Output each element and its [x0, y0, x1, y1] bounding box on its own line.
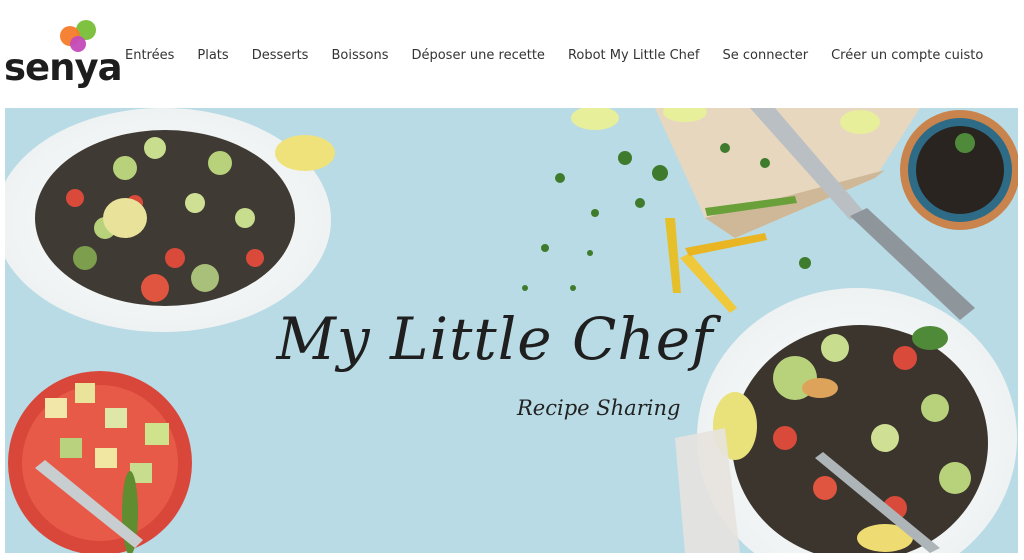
- nav-link-se-connecter[interactable]: Se connecter: [723, 48, 809, 63]
- hero-banner: My Little Chef Recipe Sharing: [5, 108, 1018, 553]
- bean-bowl: [900, 110, 1018, 230]
- nav-link-desserts[interactable]: Desserts: [252, 48, 309, 63]
- site-header: senya Entrées Plats Desserts Boissons Dé…: [0, 0, 1024, 108]
- nav-link-plats[interactable]: Plats: [197, 48, 228, 63]
- nav-link-creer-compte[interactable]: Créer un compte cuisto: [831, 48, 983, 63]
- main-navigation: Entrées Plats Desserts Boissons Déposer …: [118, 44, 1006, 66]
- nav-link-robot[interactable]: Robot My Little Chef: [568, 48, 700, 63]
- hero-title: My Little Chef: [276, 305, 714, 373]
- senya-logo[interactable]: senya: [4, 18, 123, 90]
- nav-link-boissons[interactable]: Boissons: [331, 48, 388, 63]
- logo-wordmark: senya: [4, 46, 123, 89]
- nav-link-deposer-recette[interactable]: Déposer une recette: [411, 48, 544, 63]
- hero-subtitle: Recipe Sharing: [517, 396, 681, 420]
- nav-link-entrees[interactable]: Entrées: [125, 48, 174, 63]
- bottom-left-bowl: [8, 371, 192, 553]
